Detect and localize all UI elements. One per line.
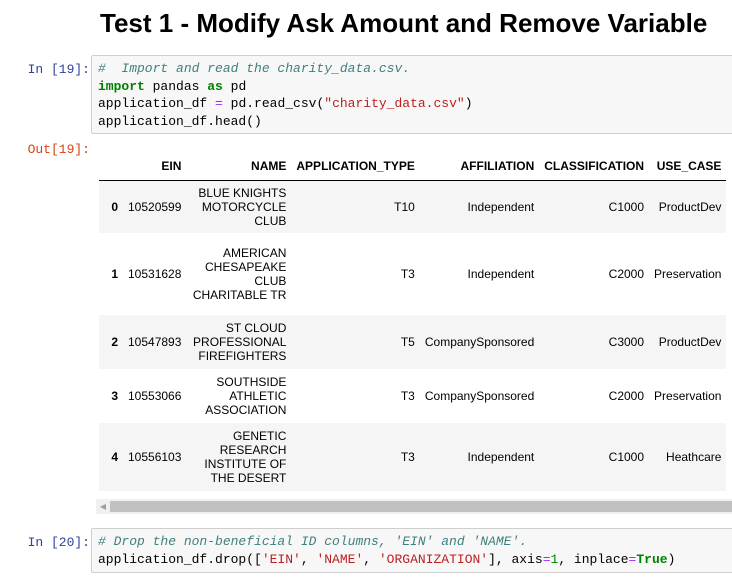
column-header-index: [99, 150, 123, 181]
affiliation-cell: Independent: [467, 266, 535, 281]
code-line: import pandas as pd: [98, 78, 732, 96]
table-row: 0 10520599 BLUE KNIGHTS MOTORCYCLE CLUB …: [99, 180, 727, 233]
code-token-plain: ): [464, 96, 473, 111]
scroll-left-arrow-icon[interactable]: ◀: [96, 499, 110, 514]
application-type-cell: T3: [400, 388, 415, 403]
scrollbar-thumb[interactable]: [110, 501, 732, 512]
dataframe-table: EIN NAME APPLICATION_TYPE AFFILIATION CL…: [99, 150, 727, 491]
out-19-prompt: Out[19]:: [27, 142, 90, 157]
classification-cell: C2000: [608, 266, 645, 281]
page-title: Test 1 - Modify Ask Amount and Remove Va…: [100, 8, 708, 38]
code-token-plain: ,: [363, 551, 379, 567]
application-type-cell: T3: [400, 266, 415, 281]
code-token-plain: pd.read_csv(: [222, 96, 325, 111]
code-cell-20[interactable]: # Drop the non-beneficial ID columns, 'E…: [91, 528, 732, 573]
affiliation-cell: CompanySponsored: [424, 388, 535, 403]
column-header-ein: EIN: [123, 150, 187, 181]
code-cell-19[interactable]: # Import and read the charity_data.csv.i…: [91, 55, 732, 134]
code-token-plain: ,: [300, 551, 317, 567]
code-token-plain: pandas: [144, 78, 208, 94]
code-token-comment: # Import and read the charity_data.csv.: [98, 61, 411, 76]
column-header-application-type: APPLICATION_TYPE: [291, 150, 420, 181]
ein-cell: 10520599: [128, 199, 182, 214]
table-row: 3 10553066 SOUTHSIDE ATHLETIC ASSOCIATIO…: [99, 369, 726, 423]
row-index: 1: [111, 266, 118, 281]
name-cell: BLUE KNIGHTS MOTORCYCLE CLUB: [198, 185, 287, 228]
code-token-string: 'NAME': [316, 551, 364, 567]
use-case-cell: Preservation: [654, 266, 722, 281]
name-cell: AMERICAN CHESAPEAKE CLUB CHARITABLE TR: [192, 245, 287, 302]
column-header-affiliation: AFFILIATION: [419, 150, 540, 181]
affiliation-cell: CompanySponsored: [424, 334, 535, 349]
code-token-plain: application_df: [98, 96, 216, 111]
code-line: application_df.drop(['EIN', 'NAME', 'ORG…: [98, 551, 732, 569]
table-row: 1 10531628 AMERICAN CHESAPEAKE CLUB CHAR…: [99, 233, 726, 315]
row-index: 4: [111, 449, 118, 464]
code-token-string: 'ORGANIZATION': [378, 551, 489, 567]
ein-cell: 10547893: [128, 334, 182, 349]
classification-cell: C2000: [608, 388, 645, 403]
code-token-plain: ], axis: [488, 551, 543, 567]
column-header-use-case: USE_CASE: [649, 150, 727, 181]
row-index: 2: [111, 334, 118, 349]
column-header-classification: CLASSIFICATION: [539, 150, 650, 181]
code-token-plain: pd: [222, 78, 247, 94]
code-token-operator: =: [542, 551, 551, 567]
code-line: application_df.head(): [98, 113, 732, 131]
code-line: # Import and read the charity_data.csv.: [98, 60, 732, 78]
table-row: 4 10556103 GENETIC RESEARCH INSTITUTE OF…: [99, 422, 727, 491]
name-cell: SOUTHSIDE ATHLETIC ASSOCIATION: [205, 374, 287, 417]
application-type-cell: T10: [394, 199, 415, 214]
code-token-plain: , inplace: [558, 551, 629, 567]
use-case-cell: ProductDev: [658, 334, 722, 349]
code-line: # Drop the non-beneficial ID columns, 'E…: [98, 533, 732, 551]
row-index: 0: [111, 199, 118, 214]
code-token-plain: application_df.drop([: [98, 551, 262, 567]
name-cell: GENETIC RESEARCH INSTITUTE OF THE DESERT: [204, 428, 287, 485]
code-token-string: "charity_data.csv": [324, 96, 465, 111]
table-row: 2 10547893 ST CLOUD PROFESSIONAL FIREFIG…: [99, 314, 727, 369]
code-token-keyword: True: [636, 551, 668, 567]
use-case-cell: Heathcare: [666, 449, 722, 464]
in-19-prompt: In [19]:: [27, 62, 90, 77]
classification-cell: C3000: [608, 334, 645, 349]
application-type-cell: T5: [400, 334, 415, 349]
classification-cell: C1000: [608, 199, 645, 214]
affiliation-cell: Independent: [467, 199, 535, 214]
application-type-cell: T3: [400, 449, 415, 464]
code-token-operator: =: [215, 96, 223, 111]
horizontal-scrollbar[interactable]: ◀: [96, 499, 732, 514]
ein-cell: 10553066: [128, 388, 182, 403]
use-case-cell: ProductDev: [658, 199, 722, 214]
row-index: 3: [111, 388, 118, 403]
affiliation-cell: Independent: [467, 449, 535, 464]
dataframe-output: EIN NAME APPLICATION_TYPE AFFILIATION CL…: [96, 150, 732, 495]
name-cell: ST CLOUD PROFESSIONAL FIREFIGHTERS: [193, 320, 287, 363]
ein-cell: 10531628: [128, 266, 182, 281]
use-case-cell: Preservation: [654, 388, 722, 403]
code-token-keyword: as: [207, 78, 223, 94]
classification-cell: C1000: [608, 449, 645, 464]
code-token-plain: ): [667, 551, 676, 567]
ein-cell: 10556103: [128, 449, 182, 464]
code-token-string: 'EIN': [261, 551, 301, 567]
table-header-row: EIN NAME APPLICATION_TYPE AFFILIATION CL…: [99, 150, 727, 181]
code-token-keyword: import: [98, 78, 145, 94]
code-token-comment: # Drop the non-beneficial ID columns, 'E…: [98, 534, 528, 549]
column-header-name: NAME: [186, 150, 292, 181]
code-line: application_df = pd.read_csv("charity_da…: [98, 95, 732, 113]
code-token-plain: application_df.head(): [98, 113, 262, 129]
in-20-prompt: In [20]:: [27, 535, 90, 550]
